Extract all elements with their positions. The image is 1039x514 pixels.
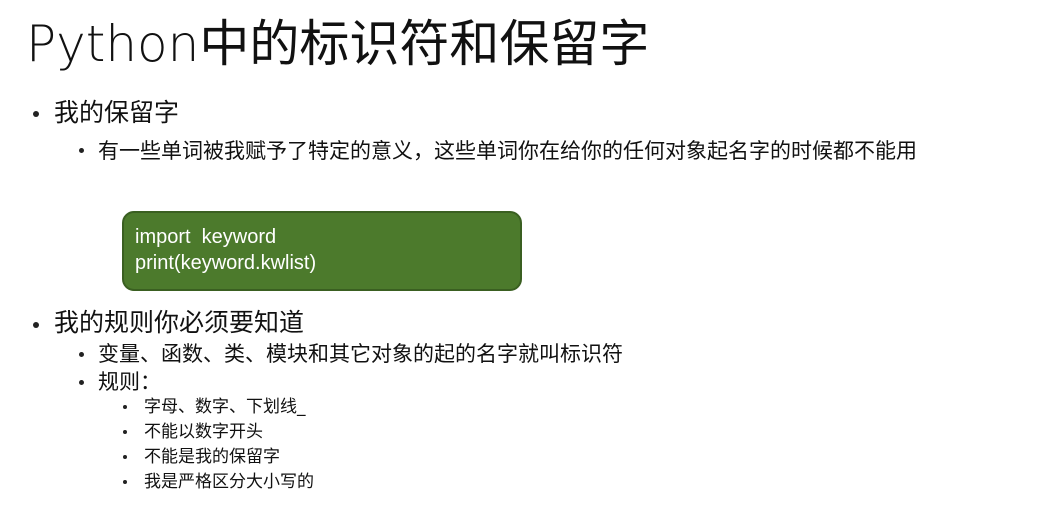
identifier-definition: 变量、函数、类、模块和其它对象的起的名字就叫标识符 [98, 342, 623, 366]
bullet-dot [123, 480, 127, 484]
bullet-dot [123, 405, 127, 409]
bullet-dot [33, 111, 39, 117]
rule-item: 我是严格区分大小写的 [144, 472, 314, 492]
bullet-dot [123, 430, 127, 434]
bullet-dot [79, 352, 84, 357]
code-line: import keyword [135, 226, 277, 248]
reserved-words-description: 有一些单词被我赋予了特定的意义，这些单词你在给你的任何对象起名字的时候都不能用 [98, 139, 917, 163]
bullet-dot [123, 455, 127, 459]
bullet-dot [79, 380, 84, 385]
rules-label: 规则： [98, 370, 161, 394]
rule-item: 不能以数字开头 [144, 422, 263, 442]
rule-item: 不能是我的保留字 [144, 447, 280, 467]
slide-title: Python中的标识符和保留字 [26, 15, 650, 73]
section-heading-reserved-words: 我的保留字 [54, 98, 180, 127]
bullet-dot [79, 148, 84, 153]
rule-item: 字母、数字、下划线_ [144, 397, 306, 417]
section-heading-rules: 我的规则你必须要知道 [54, 308, 305, 337]
bullet-dot [33, 322, 39, 328]
code-line: print(keyword.kwlist) [135, 252, 317, 274]
code-block: import keyword print(keyword.kwlist) [122, 211, 522, 291]
slide: Python中的标识符和保留字 我的保留字 有一些单词被我赋予了特定的意义，这些… [0, 0, 1039, 514]
